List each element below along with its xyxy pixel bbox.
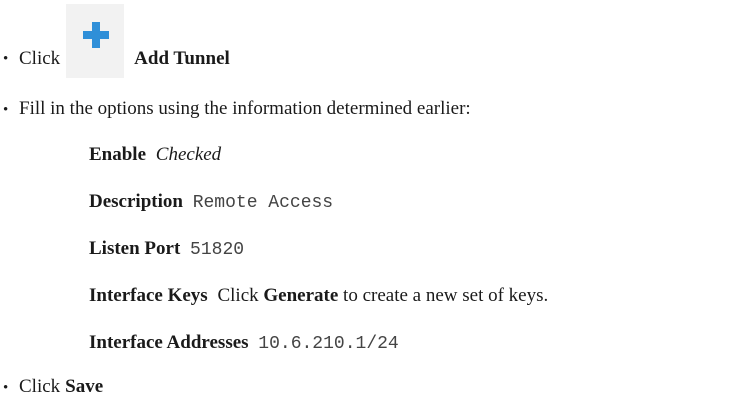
interface-keys-label: Interface Keys — [89, 285, 208, 306]
field-description: Description Remote Access — [89, 191, 333, 213]
step-click-prefix: Click — [19, 48, 61, 69]
step-add-tunnel: • Click Add Tunnel — [3, 4, 230, 78]
field-interface-addresses: Interface Addresses 10.6.210.1/24 — [89, 332, 399, 354]
interface-keys-post: to create a new set of keys. — [343, 285, 549, 306]
field-enable: Enable Checked — [89, 144, 221, 166]
add-tunnel-icon-button[interactable] — [66, 4, 125, 78]
listen-port-label: Listen Port — [89, 238, 181, 259]
enable-value: Checked — [155, 144, 222, 165]
bullet: • — [3, 51, 9, 67]
save-action: Save — [65, 376, 104, 397]
bullet: • — [3, 380, 9, 396]
generate-action: Generate — [263, 285, 339, 306]
step-fill-options: • Fill in the options using the informat… — [3, 98, 471, 120]
field-interface-keys: Interface Keys Click Generate to create … — [89, 285, 548, 307]
enable-label: Enable — [89, 144, 147, 165]
interface-addresses-value: 10.6.210.1/24 — [258, 334, 399, 354]
interface-addresses-label: Interface Addresses — [89, 332, 249, 353]
save-prefix: Click — [19, 376, 61, 397]
listen-port-value: 51820 — [190, 240, 245, 260]
plus-icon — [83, 22, 110, 48]
description-value: Remote Access — [192, 193, 334, 213]
bullet: • — [3, 102, 9, 118]
step-click-save: • Click Save — [3, 376, 103, 398]
description-label: Description — [89, 191, 183, 212]
add-tunnel-label: Add Tunnel — [134, 48, 230, 69]
interface-keys-pre: Click — [217, 285, 259, 306]
field-listen-port: Listen Port 51820 — [89, 238, 244, 260]
fill-options-text: Fill in the options using the informatio… — [19, 98, 471, 119]
